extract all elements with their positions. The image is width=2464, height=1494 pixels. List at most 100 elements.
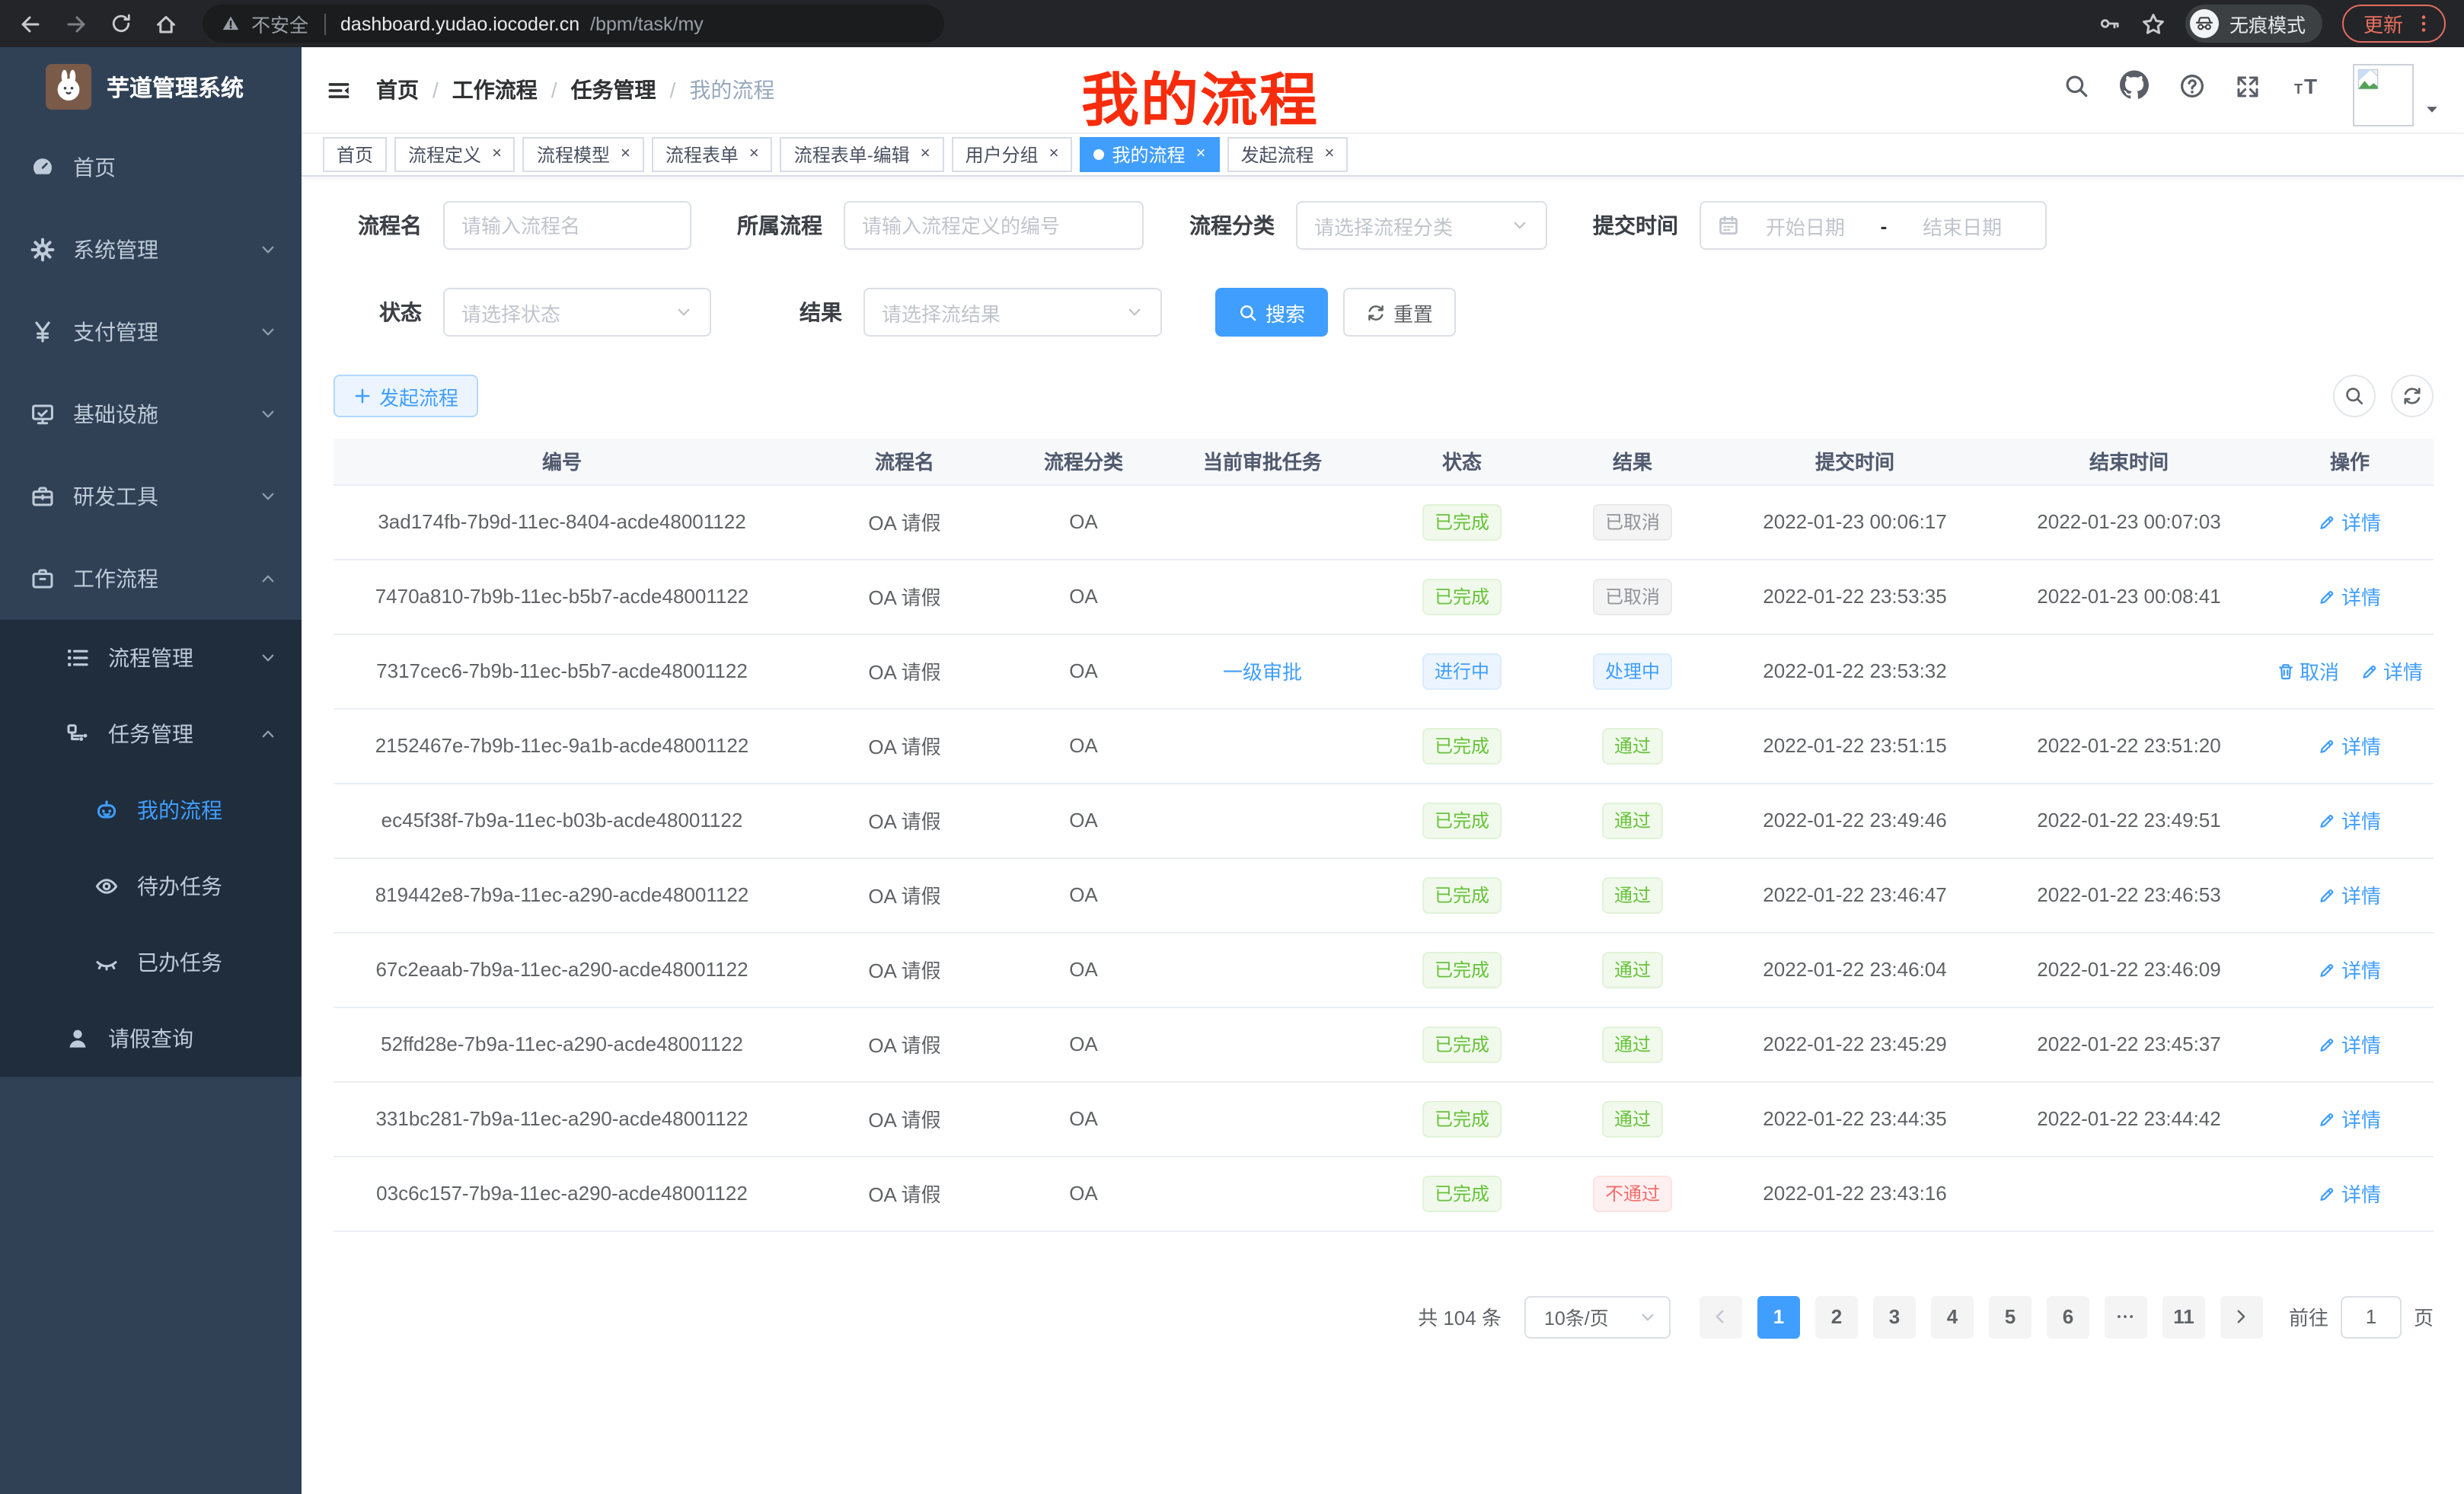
user-menu[interactable] (2353, 53, 2440, 126)
sidebar-item-我的流程[interactable]: 我的流程 (0, 772, 302, 848)
sidebar-item-请假查询[interactable]: 请假查询 (0, 1001, 302, 1077)
tab-首页[interactable]: 首页 (323, 137, 387, 172)
breadcrumb-item[interactable]: 任务管理 (571, 75, 656, 105)
cell-end-time: 2022-01-22 23:45:37 (1992, 1007, 2266, 1081)
reload-icon[interactable] (110, 12, 132, 35)
show-search-button[interactable] (2333, 375, 2376, 417)
sidebar-item-任务管理[interactable]: 任务管理 (0, 696, 302, 772)
status-select[interactable]: 请选择状态 (443, 288, 711, 337)
font-size-button[interactable]: TT (2290, 75, 2322, 99)
create-process-button[interactable]: 发起流程 (334, 375, 478, 417)
fullscreen-button[interactable] (2236, 75, 2260, 99)
github-button[interactable] (2120, 70, 2149, 99)
current-task-link[interactable]: 一级审批 (1223, 661, 1302, 684)
cell-end-time (1992, 634, 2266, 708)
chevron-down-icon (259, 649, 277, 667)
bookmark-star-icon[interactable] (2141, 11, 2166, 36)
tab-流程表单-编辑[interactable]: 流程表单-编辑× (780, 137, 944, 172)
font-size-icon: TT (2290, 75, 2322, 99)
prev-page-button[interactable] (1700, 1295, 1742, 1338)
sidebar-item-首页[interactable]: 首页 (0, 126, 302, 209)
action-详情-link[interactable]: 详情 (2360, 656, 2423, 685)
category-select[interactable]: 请选择流程分类 (1296, 201, 1547, 250)
next-page-button[interactable] (2220, 1295, 2263, 1338)
sidebar-item-系统管理[interactable]: 系统管理 (0, 209, 302, 291)
tab-close-icon[interactable]: × (1196, 146, 1206, 163)
address-bar[interactable]: 不安全 dashboard.yudao.iocoder.cn/bpm/task/… (203, 5, 944, 43)
tab-close-icon[interactable]: × (749, 146, 759, 163)
action-详情-link[interactable]: 详情 (2319, 1030, 2381, 1058)
tab-我的流程[interactable]: 我的流程× (1080, 137, 1220, 172)
key-icon[interactable] (2099, 12, 2121, 35)
process-definition-input[interactable] (844, 201, 1144, 250)
header-search-button[interactable] (2063, 73, 2089, 99)
home-icon[interactable] (154, 11, 178, 36)
sidebar-item-待办任务[interactable]: 待办任务 (0, 848, 302, 924)
result-badge: 已取消 (1593, 503, 1672, 540)
page-button-3[interactable]: 3 (1873, 1295, 1916, 1338)
edit-icon (2319, 736, 2337, 755)
caret-down-icon[interactable] (2424, 102, 2440, 117)
tab-流程定义[interactable]: 流程定义 × (394, 137, 515, 172)
tab-close-icon[interactable]: × (1049, 146, 1059, 163)
action-详情-link[interactable]: 详情 (2319, 731, 2381, 760)
result-select[interactable]: 请选择流结果 (863, 288, 1162, 337)
process-name-input[interactable] (443, 201, 691, 250)
cell-task: 一级审批 (1148, 634, 1377, 708)
avatar[interactable] (2353, 64, 2414, 126)
forward-icon[interactable] (64, 11, 88, 36)
browser-menu-icon[interactable] (2414, 14, 2434, 34)
tab-close-icon[interactable]: × (1324, 146, 1334, 163)
tab-发起流程[interactable]: 发起流程× (1227, 137, 1348, 172)
tab-用户分组[interactable]: 用户分组× (952, 137, 1073, 172)
tab-close-icon[interactable]: × (492, 146, 502, 163)
app-logo-row[interactable]: 芋道管理系统 (0, 47, 302, 126)
sidebar-item-研发工具[interactable]: 研发工具 (0, 455, 302, 538)
status-badge: 已完成 (1422, 1026, 1502, 1062)
action-详情-link[interactable]: 详情 (2319, 880, 2381, 909)
cell-id: 2152467e-7b9b-11ec-9a1b-acde48001122 (334, 708, 790, 783)
breadcrumb-item[interactable]: 首页 (376, 75, 419, 105)
page-size-select[interactable]: 10条/页 (1524, 1295, 1671, 1338)
action-详情-link[interactable]: 详情 (2319, 1104, 2381, 1133)
sidebar-item-支付管理[interactable]: 支付管理 (0, 291, 302, 373)
action-详情-link[interactable]: 详情 (2319, 582, 2381, 611)
help-button[interactable] (2179, 73, 2205, 99)
security-label[interactable]: 不安全 (251, 9, 308, 38)
action-详情-link[interactable]: 详情 (2319, 507, 2381, 536)
action-详情-link[interactable]: 详情 (2319, 1179, 2381, 1208)
tab-label: 流程定义 (408, 142, 481, 168)
page-button-1[interactable]: 1 (1757, 1295, 1800, 1338)
refresh-table-button[interactable] (2391, 375, 2434, 417)
breadcrumb-item[interactable]: 工作流程 (452, 75, 538, 105)
tab-流程模型[interactable]: 流程模型× (523, 137, 644, 172)
cell-category: OA (1019, 1081, 1148, 1156)
browser-update-button[interactable]: 更新 (2342, 5, 2446, 43)
page-button-5[interactable]: 5 (1989, 1295, 2032, 1338)
action-详情-link[interactable]: 详情 (2319, 806, 2381, 835)
sidebar-item-已办任务[interactable]: 已办任务 (0, 924, 302, 1001)
filter-process-definition: 所属流程 (734, 201, 1144, 250)
tab-流程表单[interactable]: 流程表单× (652, 137, 773, 172)
action-取消-link[interactable]: 取消 (2277, 656, 2339, 685)
url-host: dashboard.yudao.iocoder.cn (340, 13, 579, 34)
result-badge: 通过 (1602, 802, 1663, 838)
submit-time-range[interactable]: 开始日期-结束日期 (1700, 201, 2047, 250)
page-button-11[interactable]: 11 (2162, 1295, 2205, 1338)
reset-button[interactable]: 重置 (1343, 288, 1456, 337)
sidebar-item-工作流程[interactable]: 工作流程 (0, 538, 302, 620)
more-pages-button[interactable] (2105, 1295, 2147, 1338)
svg-text:T: T (2304, 75, 2317, 98)
sidebar-item-流程管理[interactable]: 流程管理 (0, 620, 302, 696)
goto-page-input[interactable] (2341, 1295, 2402, 1338)
tab-close-icon[interactable]: × (621, 146, 630, 163)
action-详情-link[interactable]: 详情 (2319, 955, 2381, 984)
search-button[interactable]: 搜索 (1215, 288, 1328, 337)
sidebar-item-基础设施[interactable]: 基础设施 (0, 373, 302, 455)
page-button-2[interactable]: 2 (1815, 1295, 1858, 1338)
tab-close-icon[interactable]: × (921, 146, 930, 163)
back-icon[interactable] (18, 11, 43, 36)
page-button-4[interactable]: 4 (1931, 1295, 1974, 1338)
sidebar-collapse-button[interactable] (302, 77, 376, 103)
page-button-6[interactable]: 6 (2047, 1295, 2089, 1338)
